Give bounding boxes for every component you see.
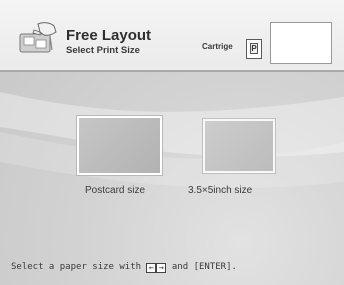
help-suffix: and [ENTER]. (171, 262, 237, 272)
preview-panel (270, 22, 332, 64)
background-wave (0, 92, 344, 189)
cartridge-type: P (250, 43, 258, 54)
header-divider (0, 70, 344, 72)
right-arrow-key-icon: → (156, 263, 167, 273)
hand-pointer-icon (19, 22, 57, 53)
cartridge-icon: P (246, 39, 262, 59)
help-text: Select a paper size with ← → and [ENTER]. (11, 262, 237, 273)
left-arrow-key-icon: ← (146, 263, 157, 273)
page-title: Free Layout (66, 27, 152, 44)
cartridge-label: Cartrige (202, 42, 233, 51)
page-subtitle: Select Print Size (66, 45, 140, 56)
size-3x5-label: 3.5×5inch size (188, 185, 253, 196)
postcard-size-option[interactable] (77, 116, 162, 175)
postcard-size-label: Postcard size (85, 185, 146, 196)
size-3x5-option[interactable] (203, 119, 275, 173)
help-prefix: Select a paper size with (11, 262, 142, 272)
